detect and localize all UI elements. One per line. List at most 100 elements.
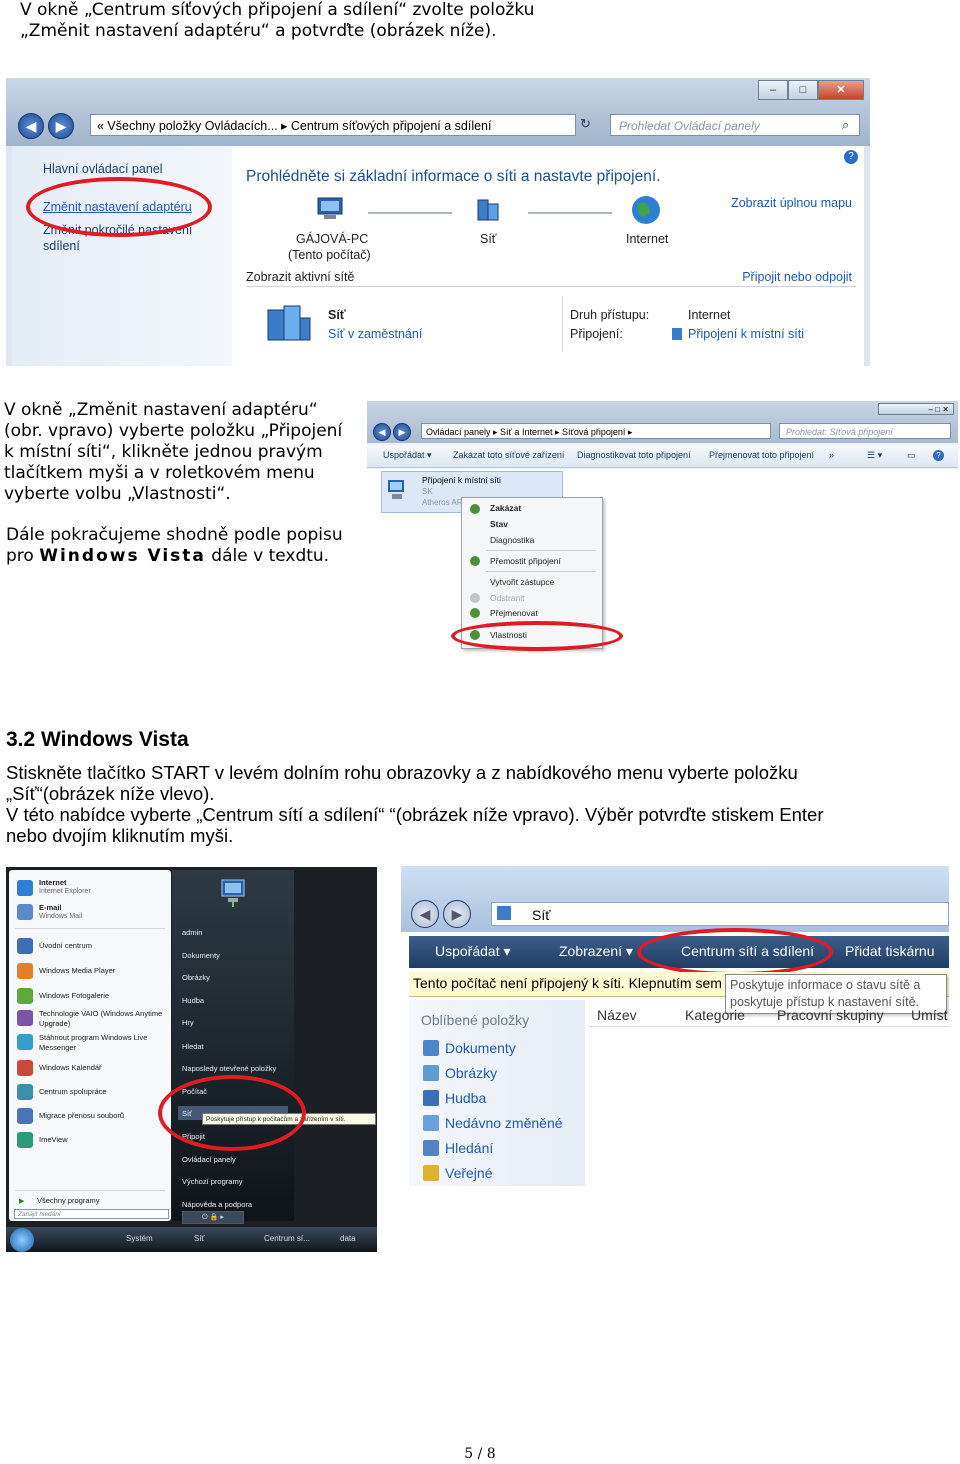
- taskbar: Systém Síť Centrum sí... data: [6, 1227, 377, 1252]
- forward-icon[interactable]: ▶: [48, 113, 74, 139]
- col-category[interactable]: Kategorie: [685, 1007, 745, 1023]
- continue-line-1: Dále pokračujeme shodně podle popisu: [6, 525, 343, 545]
- back-icon-2[interactable]: ◀: [373, 423, 391, 441]
- program-email[interactable]: E-mail: [39, 903, 62, 912]
- views-button[interactable]: Zobrazení ▾: [559, 943, 633, 960]
- fav-music[interactable]: Hudba: [445, 1090, 486, 1106]
- taskbar-data[interactable]: data: [340, 1234, 356, 1243]
- place-pictures[interactable]: Obrázky: [182, 973, 210, 982]
- windows-vista-emphasis: Windows Vista: [39, 546, 206, 566]
- start-orb-icon[interactable]: [10, 1228, 34, 1252]
- address-bar-2[interactable]: Ovládací panely ▸ Síť a Internet ▸ Síťov…: [421, 423, 771, 439]
- fav-searches[interactable]: Hledání: [445, 1140, 493, 1156]
- program-vaio[interactable]: Technologie VAIO (Windows Anytime: [39, 1009, 162, 1018]
- bridge-shield-icon: [470, 556, 480, 566]
- network-type-link[interactable]: Síť v zaměstnání: [328, 327, 422, 341]
- menu-status[interactable]: Stav: [490, 519, 508, 529]
- taskbar-system[interactable]: Systém: [126, 1234, 153, 1243]
- adapter-line-2: (obr. vpravo) vyberte položku „Připojení: [4, 421, 343, 441]
- place-help[interactable]: Nápověda a podpora: [182, 1200, 252, 1209]
- help-icon-2[interactable]: ?: [933, 450, 944, 461]
- back-icon[interactable]: ◀: [18, 113, 44, 139]
- place-music[interactable]: Hudba: [182, 996, 204, 1005]
- music-icon: [423, 1090, 439, 1106]
- program-internet[interactable]: Internet: [39, 878, 67, 887]
- place-control-panel[interactable]: Ovládací panely: [182, 1155, 236, 1164]
- network-connections-screenshot: – □ ✕ ◀ ▶ Ovládací panely ▸ Síť a Intern…: [367, 401, 958, 654]
- menu-disable[interactable]: Zakázat: [490, 503, 521, 513]
- address-bar-4[interactable]: Síť: [491, 902, 949, 926]
- fav-public[interactable]: Veřejné: [445, 1165, 492, 1181]
- program-email-sub: Windows Mail: [39, 913, 83, 920]
- help-icon[interactable]: ?: [844, 150, 858, 164]
- recent-icon: [423, 1115, 439, 1131]
- program-migration[interactable]: Migrace přenosu souborů: [39, 1111, 124, 1120]
- link-line-2: [528, 212, 612, 214]
- section-heading: 3.2 Windows Vista: [6, 728, 189, 751]
- organize-button[interactable]: Uspořádat ▾: [383, 450, 432, 461]
- search-input[interactable]: Prohledat Ovládací panely: [610, 114, 860, 136]
- add-printer-button[interactable]: Přidat tiskárnu: [845, 943, 934, 959]
- place-games[interactable]: Hry: [182, 1018, 194, 1027]
- close-button[interactable]: ✕: [818, 80, 864, 100]
- back-icon-4[interactable]: ◀: [411, 900, 439, 928]
- network-name: Síť: [328, 308, 346, 322]
- place-documents[interactable]: Dokumenty: [182, 951, 220, 960]
- col-name[interactable]: Název: [597, 1007, 637, 1023]
- taskbar-network-center[interactable]: Centrum sí...: [264, 1234, 310, 1243]
- maximize-button[interactable]: □: [788, 80, 818, 100]
- place-search[interactable]: Hledat: [182, 1042, 204, 1051]
- place-default-programs[interactable]: Výchozí programy: [182, 1177, 242, 1186]
- start-search-input[interactable]: Zahájit hledání: [14, 1209, 169, 1219]
- menu-shortcut[interactable]: Vytvořit zástupce: [490, 577, 554, 587]
- address-bar[interactable]: « Všechny položky Ovládacích... ▸ Centru…: [90, 114, 576, 136]
- fav-pictures[interactable]: Obrázky: [445, 1065, 497, 1081]
- connect-disconnect-link[interactable]: Připojit nebo odpojit: [742, 270, 852, 284]
- fav-documents[interactable]: Dokumenty: [445, 1040, 516, 1056]
- refresh-icon[interactable]: ↻: [580, 116, 591, 132]
- taskbar-network[interactable]: Síť: [194, 1234, 205, 1243]
- forward-icon-4[interactable]: ▶: [443, 900, 471, 928]
- lan-connection-title: Připojení k místní síti: [422, 475, 501, 485]
- diagnose-button[interactable]: Diagnostikovat toto připojení: [577, 450, 691, 460]
- connections-link[interactable]: Připojení k místní síti: [688, 327, 804, 341]
- menu-divider-2: [15, 1190, 165, 1191]
- program-media-player[interactable]: Windows Media Player: [39, 966, 115, 975]
- view-icon[interactable]: ☰ ▾: [867, 450, 882, 461]
- fav-recent[interactable]: Nedávno změněné: [445, 1115, 563, 1131]
- rename-button[interactable]: Přejmenovat toto připojení: [709, 450, 814, 460]
- program-collaboration[interactable]: Centrum spolupráce: [39, 1087, 107, 1096]
- menu-separator-1: [486, 550, 596, 551]
- preview-icon[interactable]: ▭: [907, 450, 916, 461]
- forward-icon-2[interactable]: ▶: [393, 423, 411, 441]
- menu-diagnose[interactable]: Diagnostika: [490, 535, 534, 545]
- col-workgroup[interactable]: Pracovní skupiny: [777, 1007, 884, 1023]
- more-button[interactable]: »: [829, 450, 834, 460]
- program-calendar[interactable]: Windows Kalendář: [39, 1063, 102, 1072]
- home-link[interactable]: Hlavní ovládací panel: [43, 162, 163, 176]
- continue-pre: pro: [6, 546, 40, 566]
- program-welcome[interactable]: Úvodní centrum: [39, 941, 92, 950]
- search-icon[interactable]: ⌕: [842, 117, 849, 133]
- program-messenger[interactable]: Stáhnout program Windows Live: [39, 1033, 147, 1042]
- col-location[interactable]: Umíst: [911, 1007, 948, 1023]
- search-input-2[interactable]: Prohledat: Síťová připojení: [779, 423, 951, 439]
- place-recent-items[interactable]: Naposledy otevřené položky: [182, 1064, 276, 1073]
- imeview-icon: [17, 1132, 33, 1148]
- program-photo-gallery[interactable]: Windows Fotogalerie: [39, 991, 109, 1000]
- full-map-link[interactable]: Zobrazit úplnou mapu: [731, 196, 852, 210]
- power-buttons[interactable]: ⏻ 🔒 ▸: [182, 1211, 244, 1224]
- disable-device-button[interactable]: Zakázat toto síťové zařízení: [453, 450, 564, 460]
- minimize-button[interactable]: –: [758, 80, 788, 100]
- main-panel: ? Prohlédněte si základní informace o sí…: [232, 146, 864, 366]
- welcome-center-icon: [17, 938, 33, 954]
- menu-bridge[interactable]: Přemostit připojení: [490, 556, 561, 566]
- shield-icon: [470, 504, 480, 514]
- all-programs-link[interactable]: Všechny programy: [37, 1196, 100, 1205]
- window-buttons-2[interactable]: – □ ✕: [878, 403, 954, 415]
- advanced-sharing-link-2[interactable]: sdílení: [43, 239, 80, 253]
- program-imeview[interactable]: ImeView: [39, 1135, 68, 1144]
- menu-rename[interactable]: Přejmenovat: [490, 608, 538, 618]
- organize-button-4[interactable]: Uspořádat ▾: [435, 943, 511, 960]
- place-admin[interactable]: admin: [182, 928, 202, 937]
